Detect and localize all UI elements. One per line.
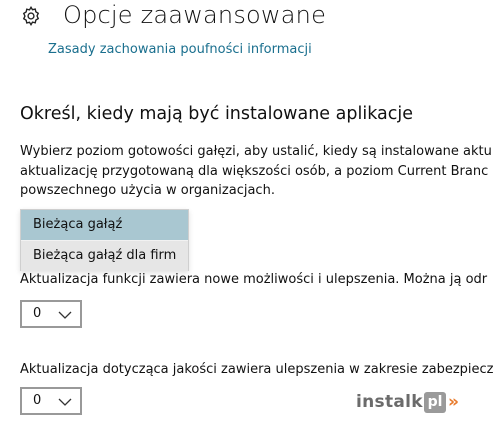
watermark-badge: pl bbox=[424, 392, 446, 413]
watermark-text: instalki bbox=[356, 392, 430, 412]
description-line: powszechnego użycia w organizacjach. bbox=[20, 183, 275, 198]
option-label: Bieżąca gałąź bbox=[33, 217, 123, 232]
description-line: Wybierz poziom gotowości gałęzi, aby ust… bbox=[20, 144, 492, 159]
dropdown-option-current-branch-business[interactable]: Bieżąca gałąź dla firm bbox=[21, 241, 188, 271]
quality-update-defer-select[interactable]: 0 bbox=[20, 387, 82, 415]
description-line: aktualizację przygotowaną dla większości… bbox=[20, 163, 489, 179]
quality-defer-value: 0 bbox=[33, 393, 42, 408]
chevron-down-icon bbox=[58, 311, 72, 319]
gear-icon bbox=[22, 5, 40, 27]
page-title: Opcje zaawansowane bbox=[63, 1, 327, 29]
feature-update-defer-select[interactable]: 0 bbox=[20, 300, 82, 328]
feature-update-description: Aktualizacja funkcji zawiera nowe możliw… bbox=[20, 272, 488, 287]
watermark-arrow-icon: » bbox=[448, 392, 459, 412]
quality-update-description: Aktualizacja dotycząca jakości zawiera u… bbox=[20, 362, 493, 377]
chevron-down-icon bbox=[58, 398, 72, 406]
watermark-logo: instalki pl » bbox=[352, 390, 478, 416]
dropdown-option-current-branch[interactable]: Bieżąca gałąź bbox=[21, 210, 188, 240]
branch-dropdown-menu[interactable]: Bieżąca gałąź Bieżąca gałąź dla firm bbox=[20, 209, 189, 271]
install-timing-heading: Określ, kiedy mają być instalowane aplik… bbox=[20, 104, 413, 124]
feature-defer-value: 0 bbox=[33, 306, 42, 321]
privacy-policy-link[interactable]: Zasady zachowania poufności informacji bbox=[48, 42, 312, 57]
option-label: Bieżąca gałąź dla firm bbox=[33, 248, 177, 263]
branch-description: Wybierz poziom gotowości gałęzi, aby ust… bbox=[20, 142, 492, 201]
